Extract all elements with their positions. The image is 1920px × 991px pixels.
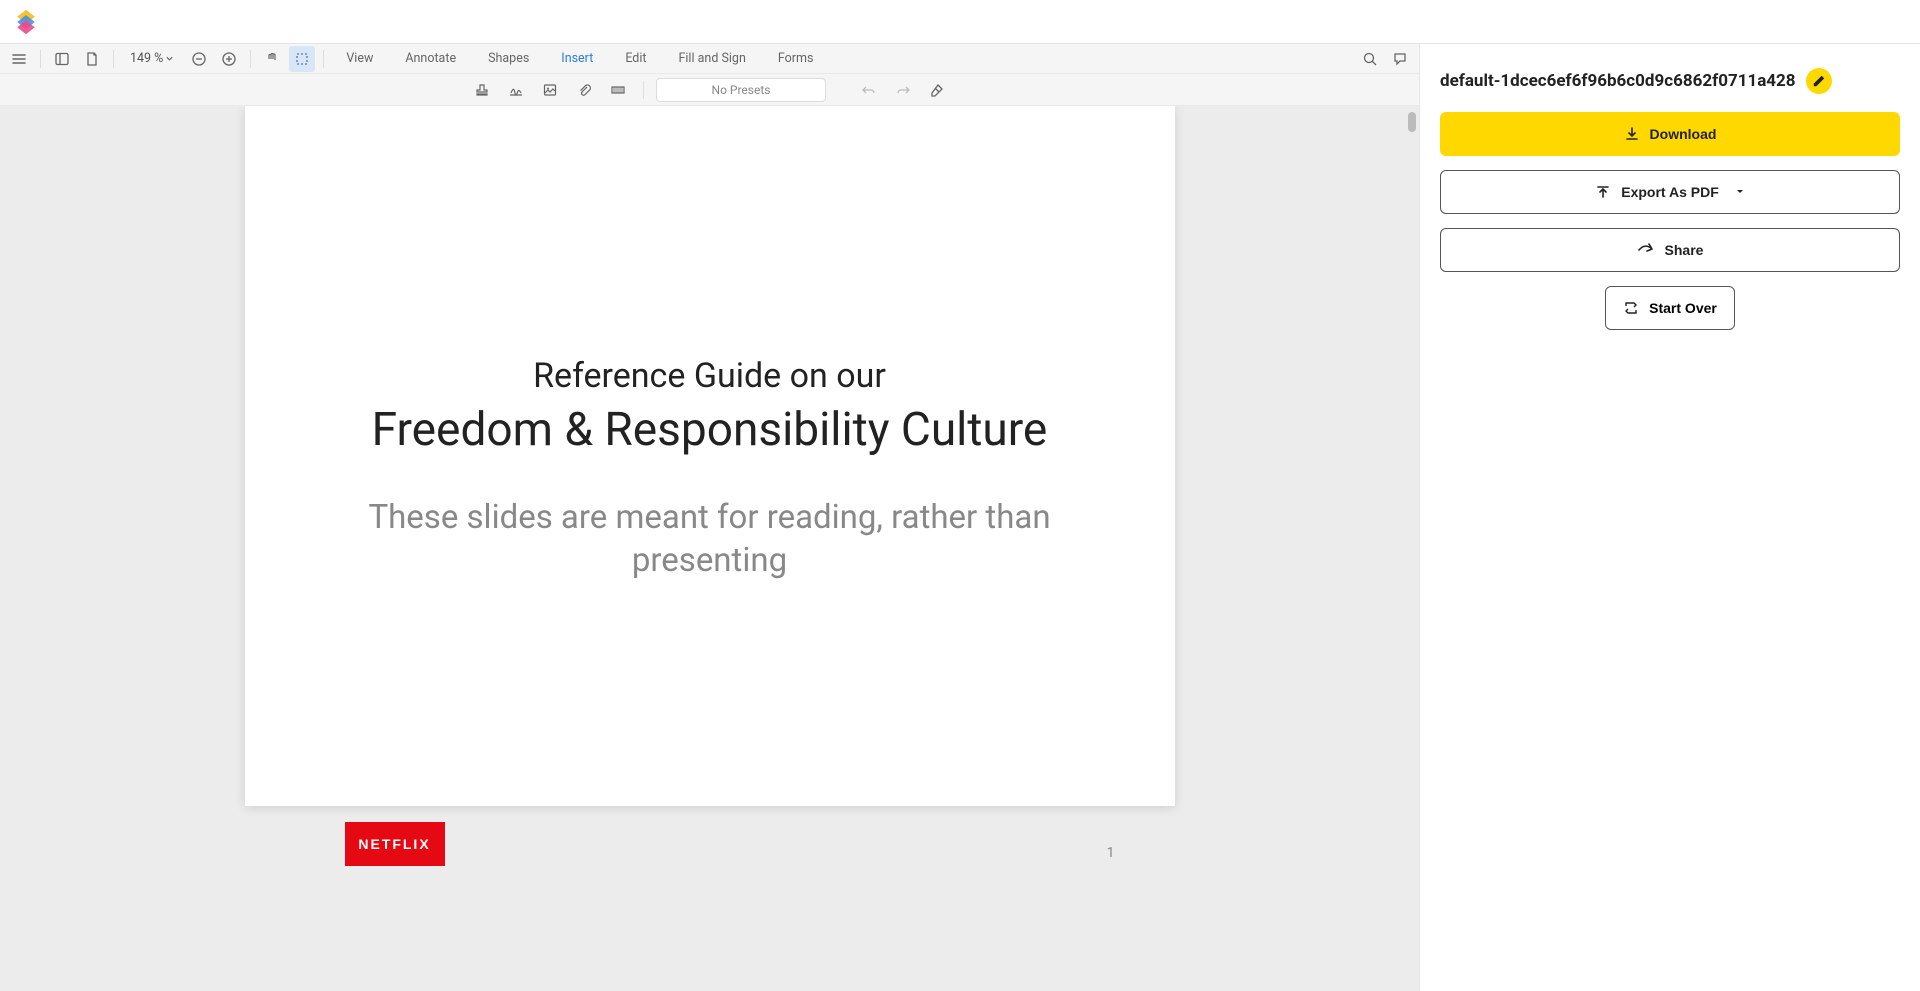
slide-title-line1: Reference Guide on our [365,356,1055,396]
app-logo [12,8,40,36]
signature-icon[interactable] [503,77,529,103]
sidebar-toggle-icon[interactable] [49,46,75,72]
tab-fill-sign[interactable]: Fill and Sign [664,44,759,74]
document-canvas[interactable]: Reference Guide on our Freedom & Respons… [0,106,1419,991]
download-icon [1624,126,1640,142]
separator [323,50,324,68]
document-page: Reference Guide on our Freedom & Respons… [245,106,1175,806]
brand-badge: NETFLIX [345,822,445,866]
edit-filename-button[interactable] [1806,68,1832,94]
comment-icon[interactable] [1387,46,1413,72]
export-label: Export As PDF [1621,184,1719,200]
download-label: Download [1650,126,1717,142]
redo-icon[interactable] [890,77,916,103]
pan-hand-icon[interactable] [259,46,285,72]
chevron-down-icon [1735,187,1745,197]
tab-annotate[interactable]: Annotate [391,44,470,74]
tab-insert[interactable]: Insert [547,44,607,74]
undo-icon[interactable] [856,77,882,103]
stamp-icon[interactable] [469,77,495,103]
side-panel: default-1dcec6ef6f96b6c0d9c6862f0711a428… [1420,44,1920,991]
scrollbar[interactable] [1407,112,1417,985]
attachment-icon[interactable] [571,77,597,103]
zoom-in-icon[interactable] [216,46,242,72]
file-name-row: default-1dcec6ef6f96b6c0d9c6862f0711a428 [1440,68,1900,94]
page-icon[interactable] [79,46,105,72]
presets-label: No Presets [712,83,771,97]
viewer-column: 149 % View Annotate Shapes Insert Edit F… [0,44,1420,991]
zoom-selector[interactable]: 149 % [122,49,182,68]
share-button[interactable]: Share [1440,228,1900,272]
tab-edit[interactable]: Edit [611,44,660,74]
tab-shapes[interactable]: Shapes [474,44,543,74]
share-icon [1637,242,1655,258]
upload-icon [1595,184,1611,200]
pencil-icon [1812,74,1826,88]
app-header [0,0,1920,44]
separator [250,50,251,68]
slide-title-line2: Freedom & Responsibility Culture [365,404,1055,457]
select-area-icon[interactable] [289,46,315,72]
image-icon[interactable] [537,77,563,103]
presets-dropdown[interactable]: No Presets [656,78,826,102]
zoom-value: 149 % [130,51,163,66]
tab-view[interactable]: View [332,44,387,74]
main-toolbar: 149 % View Annotate Shapes Insert Edit F… [0,44,1419,74]
tab-forms[interactable]: Forms [764,44,828,74]
repeat-icon [1623,300,1639,316]
zoom-out-icon[interactable] [186,46,212,72]
barcode-icon[interactable] [605,77,631,103]
eraser-icon[interactable] [924,77,950,103]
export-button[interactable]: Export As PDF [1440,170,1900,214]
separator [40,50,41,68]
page-number: 1 [1107,845,1115,861]
separator [643,81,644,99]
start-over-button[interactable]: Start Over [1605,286,1735,330]
download-button[interactable]: Download [1440,112,1900,156]
file-name: default-1dcec6ef6f96b6c0d9c6862f0711a428 [1440,71,1796,91]
insert-sub-toolbar: No Presets [0,74,1419,106]
scrollbar-thumb[interactable] [1408,112,1416,132]
hamburger-icon[interactable] [6,46,32,72]
slide-subtitle: These slides are meant for reading, rath… [365,497,1055,583]
separator [113,50,114,68]
start-over-label: Start Over [1649,300,1717,316]
search-icon[interactable] [1357,46,1383,72]
share-label: Share [1665,242,1704,258]
